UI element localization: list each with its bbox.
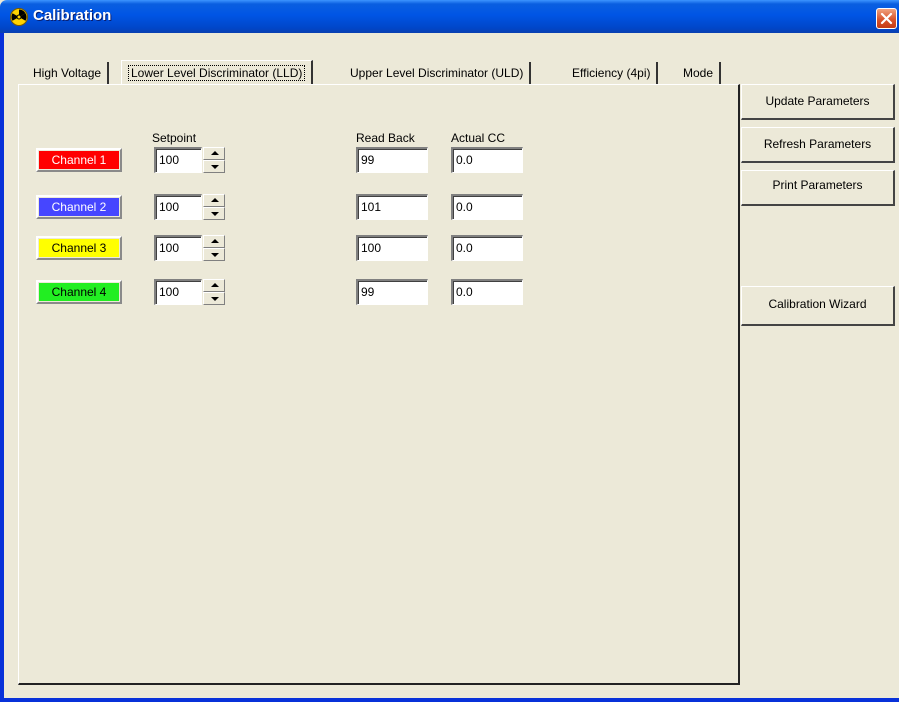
tab-mode[interactable]: Mode	[677, 62, 722, 84]
readback-field: 99	[356, 147, 428, 173]
readback-field: 101	[356, 194, 428, 220]
channel-2-button[interactable]: Channel 2	[36, 195, 122, 219]
actual-cc-header: Actual CC	[451, 131, 506, 145]
close-icon	[880, 12, 893, 25]
channel-label: Channel 3	[39, 239, 119, 257]
tab-lld[interactable]: Lower Level Discriminator (LLD)	[121, 60, 314, 84]
calibration-wizard-button[interactable]: Calibration Wizard	[741, 286, 895, 326]
channel-1-button[interactable]: Channel 1	[36, 148, 122, 172]
setpoint-input[interactable]: 100	[154, 279, 202, 305]
spin-down-icon[interactable]	[203, 248, 225, 261]
setpoint-header: Setpoint	[152, 131, 197, 145]
actual-cc-field: 0.0	[451, 279, 523, 305]
spin-down-icon[interactable]	[203, 292, 225, 305]
tab-panel	[18, 84, 740, 685]
spin-up-icon[interactable]	[203, 235, 225, 248]
refresh-parameters-button[interactable]: Refresh Parameters	[741, 127, 895, 163]
spin-up-icon[interactable]	[203, 147, 225, 160]
readback-field: 100	[356, 235, 428, 261]
channel-label: Channel 2	[39, 198, 119, 216]
readback-field: 99	[356, 279, 428, 305]
spin-up-icon[interactable]	[203, 279, 225, 292]
setpoint-input[interactable]: 100	[154, 147, 202, 173]
radiation-icon	[10, 8, 28, 26]
setpoint-spinner[interactable]	[203, 235, 225, 261]
window-title: Calibration	[33, 7, 112, 24]
setpoint-input[interactable]: 100	[154, 194, 202, 220]
spin-down-icon[interactable]	[203, 160, 225, 173]
print-parameters-button[interactable]: Print Parameters	[741, 170, 895, 206]
channel-3-button[interactable]: Channel 3	[36, 236, 122, 260]
actual-cc-field: 0.0	[451, 147, 523, 173]
tab-efficiency[interactable]: Efficiency (4pi)	[566, 62, 659, 84]
close-button[interactable]	[876, 8, 897, 29]
spin-down-icon[interactable]	[203, 207, 225, 220]
tab-uld[interactable]: Upper Level Discriminator (ULD)	[344, 62, 532, 84]
setpoint-spinner[interactable]	[203, 147, 225, 173]
setpoint-spinner[interactable]	[203, 194, 225, 220]
setpoint-input[interactable]: 100	[154, 235, 202, 261]
setpoint-spinner[interactable]	[203, 279, 225, 305]
update-parameters-button[interactable]: Update Parameters	[741, 84, 895, 120]
window-bottom-border	[0, 698, 899, 702]
actual-cc-field: 0.0	[451, 235, 523, 261]
spin-up-icon[interactable]	[203, 194, 225, 207]
readback-header: Read Back	[356, 131, 415, 145]
channel-label: Channel 1	[39, 151, 119, 169]
channel-4-button[interactable]: Channel 4	[36, 280, 122, 304]
actual-cc-field: 0.0	[451, 194, 523, 220]
window-left-border	[0, 33, 4, 702]
channel-label: Channel 4	[39, 283, 119, 301]
title-bar[interactable]: Calibration	[0, 0, 899, 33]
tab-high-voltage[interactable]: High Voltage	[27, 62, 110, 84]
